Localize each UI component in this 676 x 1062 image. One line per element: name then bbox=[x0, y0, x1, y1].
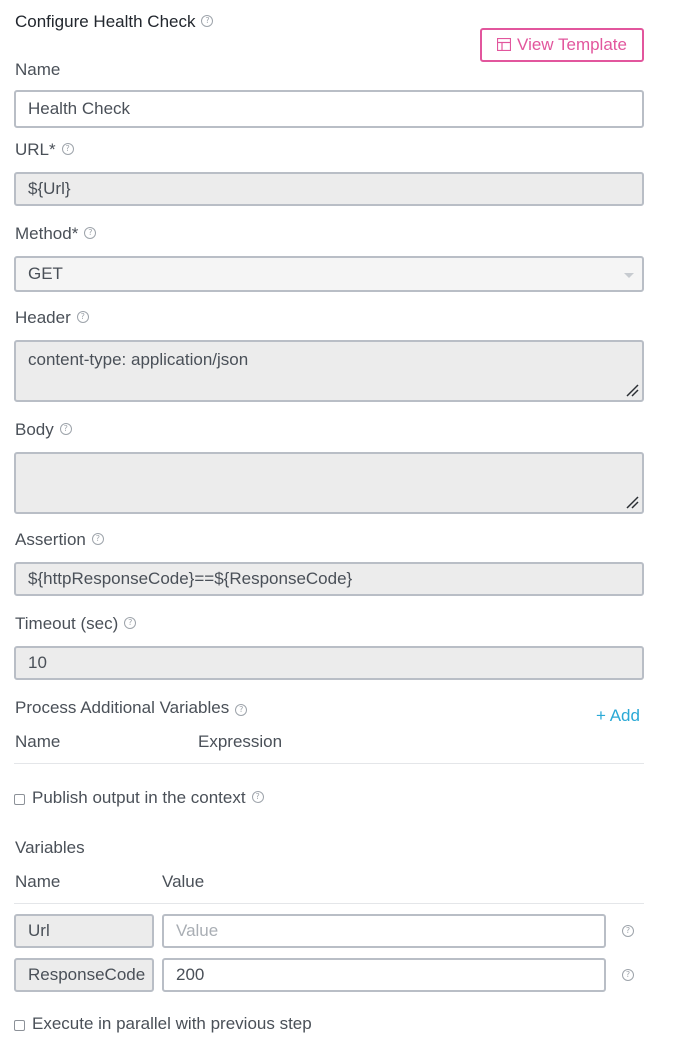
help-icon[interactable]: ? bbox=[59, 423, 72, 435]
variable-value-input[interactable]: 200 bbox=[162, 958, 606, 992]
name-label: Name bbox=[15, 60, 61, 79]
assertion-input[interactable]: ${httpResponseCode}==${ResponseCode} bbox=[14, 562, 644, 596]
header-value: content-type: application/json bbox=[28, 350, 249, 369]
resize-grip-icon[interactable] bbox=[625, 383, 639, 397]
body-textarea[interactable] bbox=[14, 452, 644, 514]
publish-output-label: Publish output in the context? bbox=[32, 788, 264, 808]
column-header-value: Value bbox=[162, 872, 205, 891]
table-divider bbox=[14, 763, 644, 764]
header-textarea[interactable]: content-type: application/json bbox=[14, 340, 644, 402]
table-divider bbox=[14, 903, 644, 904]
help-icon[interactable]: ? bbox=[84, 227, 97, 239]
help-icon[interactable]: ? bbox=[201, 15, 214, 27]
column-header-expression: Expression bbox=[198, 732, 283, 751]
variable-value-input[interactable] bbox=[162, 914, 606, 948]
additional-variables-label: Process Additional Variables? bbox=[15, 698, 248, 718]
timeout-input[interactable]: 10 bbox=[14, 646, 644, 680]
method-value: GET bbox=[28, 264, 63, 283]
execute-parallel-label: Execute in parallel with previous step bbox=[32, 1014, 312, 1033]
variable-name-field: ResponseCode bbox=[14, 958, 154, 992]
help-icon[interactable]: ? bbox=[235, 704, 248, 716]
table-icon bbox=[496, 37, 512, 52]
help-icon[interactable]: ? bbox=[251, 791, 264, 803]
help-icon[interactable]: ? bbox=[91, 533, 104, 545]
publish-output-checkbox[interactable] bbox=[14, 794, 25, 805]
help-icon[interactable]: ? bbox=[622, 925, 634, 937]
help-icon[interactable]: ? bbox=[61, 143, 74, 155]
header-label: Header? bbox=[15, 308, 89, 328]
method-label: Method*? bbox=[15, 224, 97, 244]
method-select[interactable]: GET bbox=[14, 256, 644, 292]
resize-grip-icon[interactable] bbox=[625, 495, 639, 509]
body-label: Body? bbox=[15, 420, 72, 440]
assertion-label: Assertion? bbox=[15, 530, 104, 550]
caret-down-icon bbox=[624, 273, 634, 278]
column-header-name: Name bbox=[15, 872, 61, 891]
url-label: URL*? bbox=[15, 140, 74, 160]
help-icon[interactable]: ? bbox=[76, 311, 89, 323]
column-header-name: Name bbox=[15, 732, 61, 751]
variable-name-field: Url bbox=[14, 914, 154, 948]
execute-parallel-checkbox[interactable] bbox=[14, 1020, 25, 1031]
add-variable-link[interactable]: + Add bbox=[596, 706, 640, 726]
timeout-label: Timeout (sec)? bbox=[15, 614, 137, 634]
help-icon[interactable]: ? bbox=[124, 617, 137, 629]
variables-label: Variables bbox=[15, 838, 85, 857]
url-input[interactable]: ${Url} bbox=[14, 172, 644, 206]
view-template-label: View Template bbox=[517, 35, 627, 54]
dialog-title: Configure Health Check? bbox=[15, 12, 214, 32]
name-input[interactable]: Health Check bbox=[14, 90, 644, 128]
help-icon[interactable]: ? bbox=[622, 969, 634, 981]
view-template-button[interactable]: View Template bbox=[480, 28, 644, 62]
